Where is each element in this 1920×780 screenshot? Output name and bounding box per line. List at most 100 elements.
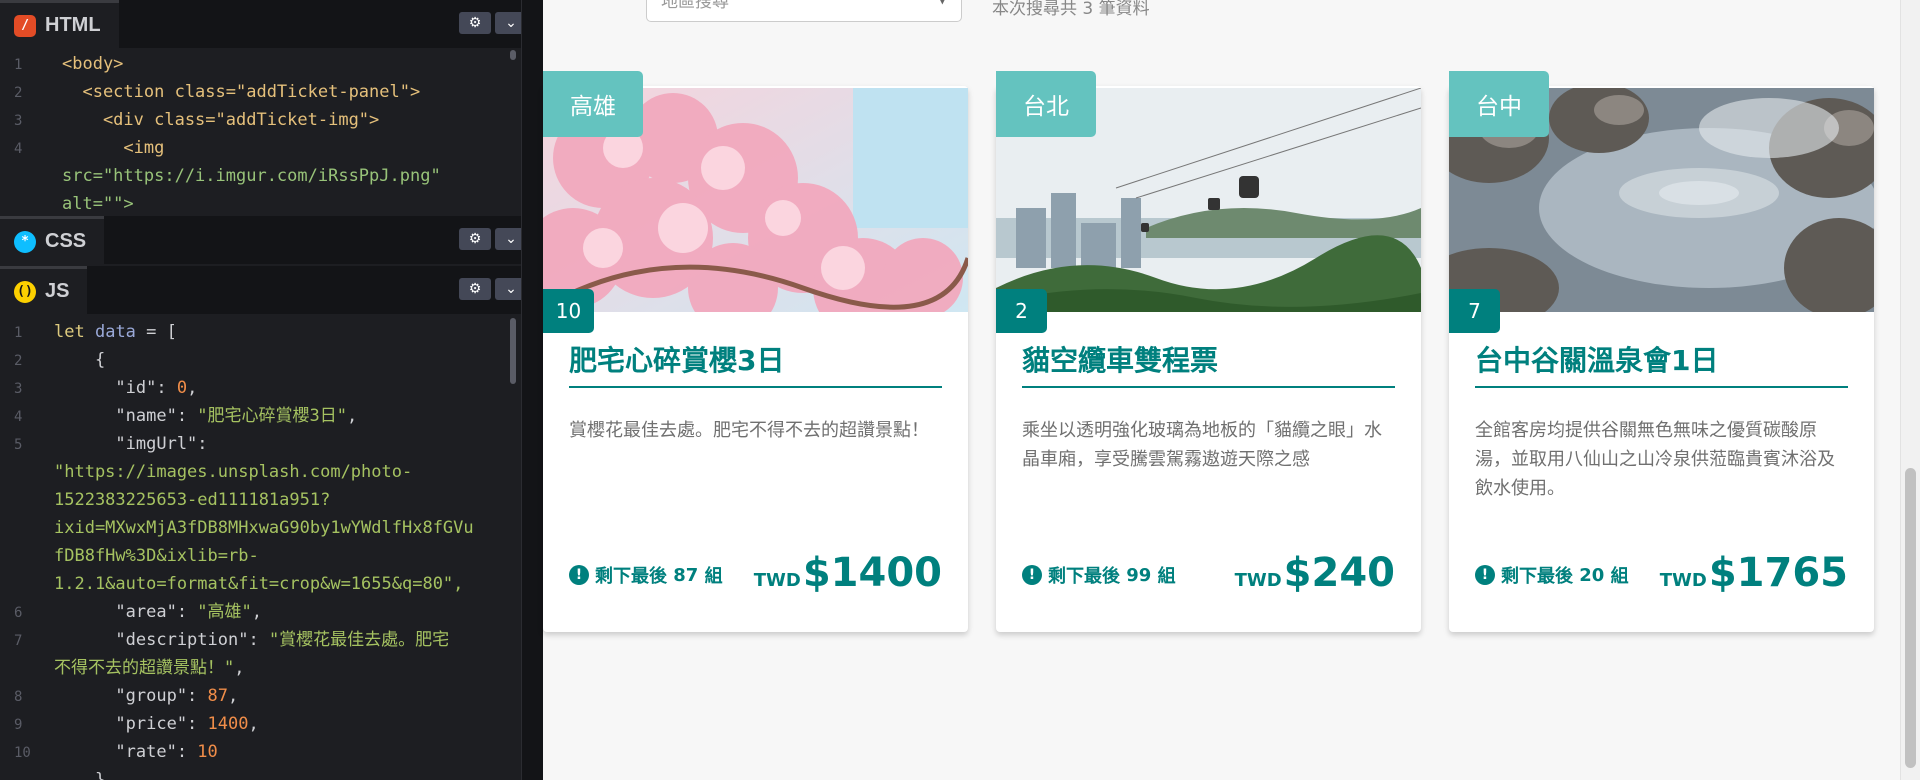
page-scrollbar-thumb[interactable] [1905,468,1916,768]
price-amount: $240 [1283,550,1395,596]
code-line: "price": 1400, [54,710,259,738]
code-line: "description": "賞櫻花最佳去處。肥宅 [54,626,449,654]
exclamation-icon: ! [1022,565,1042,585]
css-icon: * [14,230,36,253]
exclamation-icon: ! [1475,565,1495,585]
line-number: 3 [14,381,23,397]
html-icon: / [14,14,36,37]
code-line: } [54,770,106,780]
area-tag: 台中 [1449,71,1549,137]
chevron-down-icon: ⌄ [505,15,517,31]
remaining-groups: ! 剩下最後 20 組 [1475,562,1629,588]
ticket-description: 全館客房均提供谷關無色無味之優質碳酸原湯，並取用八仙山之山冷泉供蒞臨貴賓沐浴及飲… [1475,420,1835,499]
code-line: <img [62,138,165,158]
code-token: "group": [54,686,208,706]
css-panel-tab[interactable]: * CSS [0,216,105,264]
code-token: , [228,686,239,706]
price-amount: $1400 [802,550,942,596]
gear-icon: ⚙ [468,15,482,31]
line-number: 2 [14,85,23,101]
code-line: 1522383225653-ed111181a951? [54,490,331,510]
html-code-area[interactable]: 1 2 3 4 <body> <section class="addTicket… [0,50,521,222]
ticket-description: 賞櫻花最佳去處。肥宅不得不去的超讚景點！ [569,420,929,441]
ticket-card: 台北 2 貓空纜車雙程票 乘坐以透明強化玻璃為地板的「貓纜之眼」水晶車廂，享受騰… [996,71,1421,632]
html-scrollbar[interactable] [510,50,516,60]
line-number: 1 [14,57,23,73]
group-prefix: 剩下最後 [1501,566,1573,587]
group-suffix: 組 [1610,566,1629,587]
code-line: "rate": 10 [54,738,218,766]
code-token: 0 [176,378,188,398]
code-token: "area": [54,602,198,622]
code-token: data [94,322,136,342]
gear-icon: ⚙ [468,231,482,247]
currency-label: TWD [1234,570,1282,591]
css-panel-header: * CSS ⚙ ⌄ [0,216,543,264]
code-line: 1.2.1&auto=format&fit=crop&w=1655&q=80", [54,574,464,594]
code-token: , [248,714,259,734]
currency-label: TWD [1659,570,1707,591]
code-line: "name": "肥宅心碎賞櫻3日", [54,402,357,430]
code-line: "group": 87, [54,682,238,710]
js-settings-button[interactable]: ⚙ [459,278,491,300]
preview-pane: 地區搜尋 ▼ 本次搜尋共 3 筆資料 [543,0,1920,780]
js-panel-tab[interactable]: () JS [0,266,88,314]
css-panel-label: CSS [45,230,87,252]
currency-label: TWD [753,570,801,591]
line-number: 4 [14,409,23,425]
exclamation-icon: ! [569,565,589,585]
chevron-down-icon: ▼ [938,0,947,6]
ticket-description: 乘坐以透明強化玻璃為地板的「貓纜之眼」水晶車廂，享受騰雲駕霧遨遊天際之感 [1022,420,1382,470]
line-number: 3 [14,113,23,129]
code-token: "高雄" [197,602,252,622]
resize-handle[interactable] [521,0,543,780]
code-line: <section class="addTicket-panel"> [62,82,421,102]
js-icon: () [14,280,36,303]
code-token: "rate": [54,742,198,762]
line-number: 4 [14,141,23,157]
js-scrollbar[interactable] [510,318,516,384]
code-token: "name": [54,406,198,426]
chevron-down-icon: ⌄ [505,281,517,297]
html-panel-tab[interactable]: / HTML [0,0,119,48]
group-suffix: 組 [704,566,723,587]
js-code-area[interactable]: 1 2 3 4 5 6 7 8 9 10 let data = [ { "id"… [0,318,521,780]
gear-icon: ⚙ [468,281,482,297]
line-number: 9 [14,717,23,733]
group-count: 99 [1126,564,1152,586]
css-settings-button[interactable]: ⚙ [459,228,491,250]
code-token: , [347,406,358,426]
code-line: fDB8fHw%3D&ixlib=rb- [54,546,259,566]
area-tag: 台北 [996,71,1096,137]
line-number: 6 [14,605,23,621]
ticket-card: 台中 7 台中谷關溫泉會1日 全館客房均提供谷關無色無味之優質碳酸原湯，並取用八… [1449,71,1874,632]
code-line: <div class="addTicket-img"> [62,110,380,130]
remaining-groups: ! 剩下最後 99 組 [1022,562,1176,588]
code-line: <body> [62,54,124,74]
ticket-title: 貓空纜車雙程票 [1022,339,1395,388]
line-number: 7 [14,633,23,649]
remaining-groups: ! 剩下最後 87 組 [569,562,723,588]
group-count: 87 [673,564,699,586]
code-token: "description": [54,630,269,650]
code-line: let data = [ [54,318,177,346]
ticket-title: 肥宅心碎賞櫻3日 [569,339,942,388]
group-count: 20 [1579,564,1605,586]
group-prefix: 剩下最後 [1048,566,1120,587]
code-token: "id": [54,378,177,398]
chevron-down-icon: ⌄ [505,231,517,247]
code-token: 不得不去的超讚景點！" [54,658,235,678]
line-number: 10 [14,745,31,761]
code-line: alt=""> [62,194,134,214]
code-line: "id": 0, [54,374,197,402]
rating-badge: 10 [543,289,594,333]
code-line: src="https://i.imgur.com/iRssPpJ.png" [62,166,441,186]
page-scrollbar[interactable] [1900,0,1920,780]
html-panel-header: / HTML ⚙ ⌄ [0,0,543,48]
code-token: 10 [197,742,218,762]
code-line: ixid=MXwxMjA3fDB8MHxwaG90by1wYWdlfHx8fGV… [54,518,474,538]
ticket-price: TWD $1400 [754,550,942,596]
html-settings-button[interactable]: ⚙ [459,12,491,34]
area-filter-select[interactable]: 地區搜尋 ▼ [646,0,962,22]
code-token: , [251,602,263,622]
